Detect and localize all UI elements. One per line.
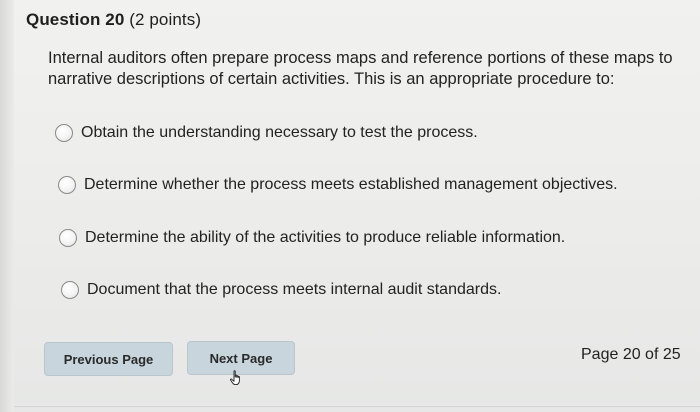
- divider: [14, 406, 700, 407]
- answer-option-label[interactable]: Determine whether the process meets esta…: [84, 176, 618, 194]
- answer-option-4[interactable]: Document that the process meets internal…: [61, 281, 501, 299]
- question-text: Internal auditors often prepare process …: [48, 49, 673, 88]
- answer-option-label[interactable]: Determine the ability of the activities …: [85, 229, 565, 247]
- answer-option-label[interactable]: Document that the process meets internal…: [87, 281, 501, 299]
- answer-option-1[interactable]: Obtain the understanding necessary to te…: [55, 124, 478, 142]
- radio-unchecked-icon[interactable]: [58, 176, 76, 194]
- radio-unchecked-icon[interactable]: [55, 124, 73, 142]
- page-indicator: Page 20 of 25: [581, 346, 681, 363]
- answer-option-3[interactable]: Determine the ability of the activities …: [59, 229, 565, 247]
- quiz-page: Question 20 (2 points) Internal auditors…: [0, 0, 700, 412]
- answer-option-2[interactable]: Determine whether the process meets esta…: [58, 176, 618, 194]
- question-points: (2 points): [129, 10, 202, 29]
- question-number: Question 20: [26, 10, 125, 29]
- left-edge-shadow: [0, 0, 14, 412]
- previous-page-button[interactable]: Previous Page: [44, 342, 173, 376]
- radio-unchecked-icon[interactable]: [59, 229, 77, 247]
- answer-option-label[interactable]: Obtain the understanding necessary to te…: [81, 124, 478, 142]
- radio-unchecked-icon[interactable]: [61, 281, 79, 299]
- question-header: Question 20 (2 points): [26, 10, 201, 30]
- hand-pointer-icon: [230, 370, 240, 386]
